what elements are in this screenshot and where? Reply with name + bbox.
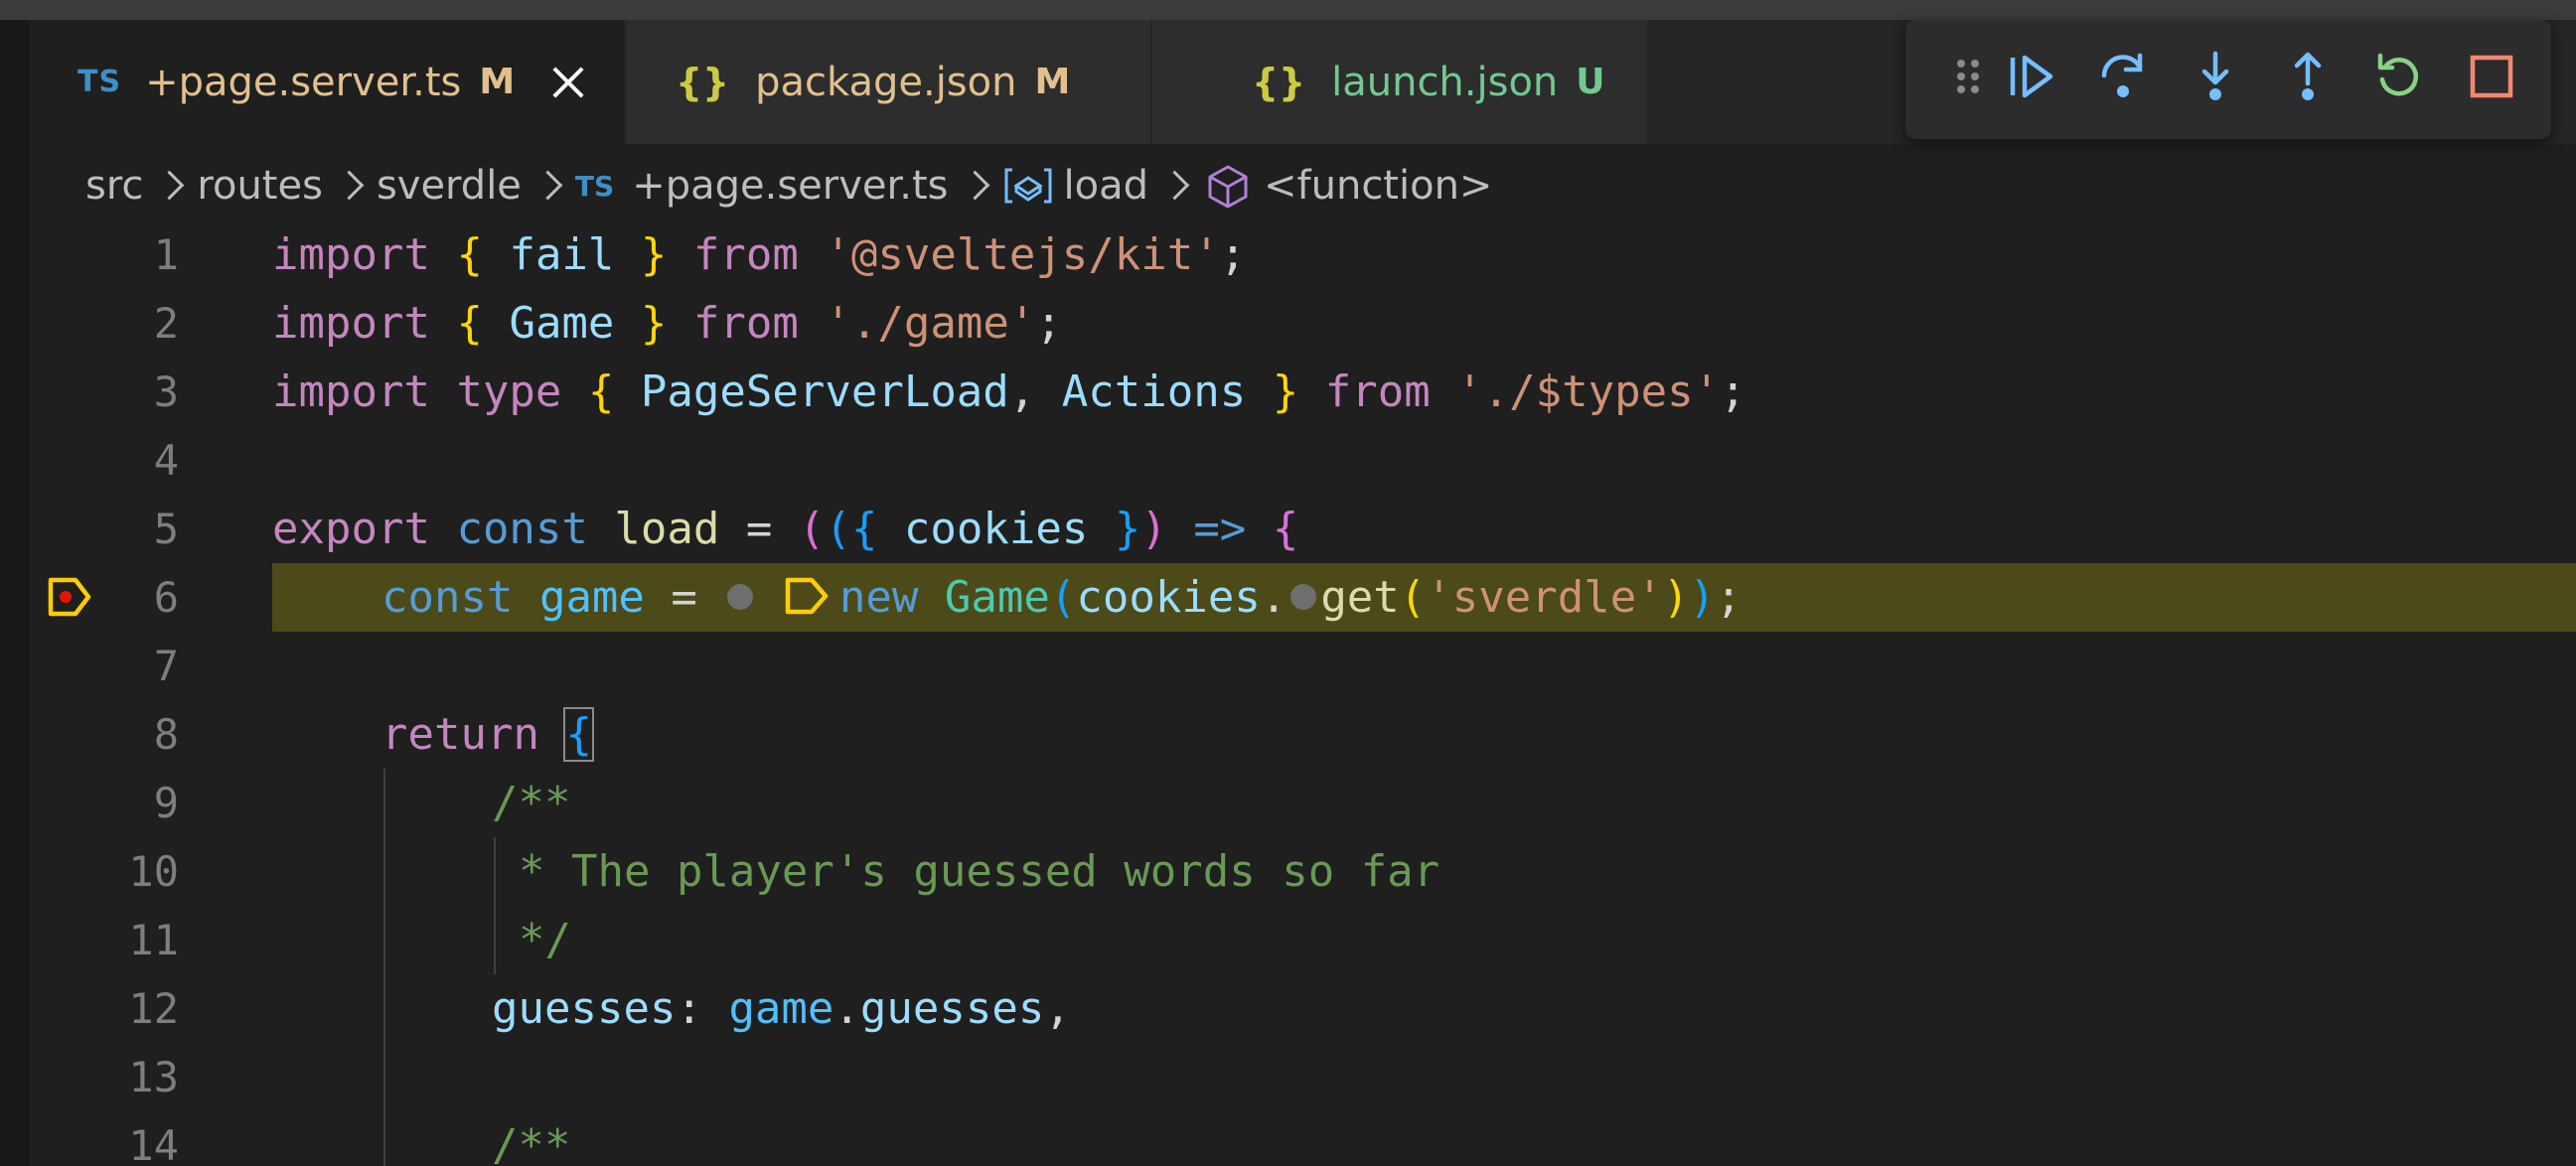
line-number: 4 bbox=[153, 436, 179, 485]
line-number: 1 bbox=[153, 230, 179, 279]
code-line: 9 /** bbox=[30, 769, 2576, 837]
code-text: guesses: game.guesses, bbox=[492, 983, 1071, 1034]
line-number: 8 bbox=[153, 710, 179, 759]
code-text: import { Game } from './game'; bbox=[272, 298, 1062, 349]
code-line: 11 */ bbox=[30, 906, 2576, 974]
activity-gutter bbox=[0, 20, 30, 1166]
line-number: 5 bbox=[153, 505, 179, 553]
code-text: return { bbox=[381, 707, 594, 762]
tab-launch-json[interactable]: {} launch.json U bbox=[1152, 20, 1649, 144]
step-out-icon[interactable] bbox=[2281, 50, 2335, 103]
method-symbol-icon bbox=[1202, 164, 1254, 208]
line-number: 9 bbox=[153, 779, 179, 827]
chevron-right-icon bbox=[1164, 166, 1186, 206]
chevron-right-icon bbox=[159, 166, 181, 206]
tab-label: package.json bbox=[755, 59, 1017, 105]
chevron-right-icon bbox=[965, 166, 986, 206]
restart-icon[interactable] bbox=[2372, 50, 2426, 103]
code-line: 4 bbox=[30, 426, 2576, 495]
json-file-icon: {} bbox=[676, 60, 730, 104]
breadcrumb: src routes sverdle TS +page.server.ts lo… bbox=[85, 151, 1492, 220]
breadcrumb-item-load[interactable]: load bbox=[1064, 163, 1149, 209]
step-over-icon[interactable] bbox=[2096, 50, 2150, 103]
code-line: 8 return { bbox=[30, 700, 2576, 769]
code-line: 3 import type { PageServerLoad, Actions … bbox=[30, 358, 2576, 426]
line-number: 2 bbox=[153, 299, 179, 348]
breadcrumb-item-function[interactable]: <function> bbox=[1264, 163, 1492, 209]
chevron-right-icon bbox=[339, 166, 361, 206]
code-line: 10 * The player's guessed words so far bbox=[30, 837, 2576, 906]
inline-breakpoint-dot[interactable] bbox=[727, 584, 754, 610]
comment-text: /** bbox=[492, 1120, 571, 1166]
typescript-file-icon: TS bbox=[77, 65, 122, 99]
drag-handle-icon[interactable] bbox=[1941, 50, 1995, 103]
inline-breakpoint-dot[interactable] bbox=[1290, 584, 1317, 610]
line-number: 11 bbox=[128, 916, 179, 964]
close-icon[interactable] bbox=[548, 63, 588, 102]
code-line: 7 bbox=[30, 632, 2576, 700]
code-text: const game = new Game(cookies. get('sverd… bbox=[381, 572, 1743, 623]
variable-symbol-icon bbox=[1002, 164, 1054, 208]
code-line: 12 guesses: game.guesses, bbox=[30, 974, 2576, 1043]
tab-page-server-ts[interactable]: TS +page.server.ts M bbox=[30, 20, 626, 144]
tab-label: +page.server.ts bbox=[145, 59, 462, 105]
line-number: 13 bbox=[128, 1053, 179, 1101]
comment-text: * The player's guessed words so far bbox=[519, 846, 1440, 897]
breadcrumb-item-src[interactable]: src bbox=[85, 163, 143, 209]
line-number: 7 bbox=[153, 642, 179, 690]
line-number: 6 bbox=[153, 573, 179, 622]
code-editor[interactable]: 1 import { fail } from '@sveltejs/kit'; … bbox=[30, 220, 2576, 1166]
json-file-icon: {} bbox=[1252, 60, 1306, 104]
code-line: 13 bbox=[30, 1043, 2576, 1111]
modified-badge: M bbox=[1034, 62, 1071, 102]
code-text: import { fail } from '@sveltejs/kit'; bbox=[272, 229, 1247, 280]
title-strip bbox=[0, 0, 2576, 20]
code-text: export const load = (({ cookies }) => { bbox=[272, 504, 1299, 554]
breadcrumb-item-routes[interactable]: routes bbox=[197, 163, 323, 209]
breadcrumb-item-sverdle[interactable]: sverdle bbox=[377, 163, 522, 209]
debug-toolbar bbox=[1905, 20, 2551, 139]
stop-icon[interactable] bbox=[2465, 50, 2518, 103]
code-line: 2 import { Game } from './game'; bbox=[30, 289, 2576, 358]
comment-text: */ bbox=[519, 915, 571, 965]
line-number: 12 bbox=[128, 984, 179, 1033]
code-text: import type { PageServerLoad, Actions } … bbox=[272, 366, 1746, 417]
untracked-badge: U bbox=[1576, 62, 1605, 102]
step-into-icon[interactable] bbox=[2189, 50, 2242, 103]
breadcrumb-item-file[interactable]: +page.server.ts bbox=[632, 163, 948, 209]
chevron-right-icon bbox=[537, 166, 559, 206]
code-line: 1 import { fail } from '@sveltejs/kit'; bbox=[30, 220, 2576, 289]
typescript-file-icon: TS bbox=[574, 169, 615, 203]
inline-stop-arrow-icon bbox=[785, 577, 829, 615]
line-number: 10 bbox=[128, 847, 179, 896]
line-number: 3 bbox=[153, 367, 179, 416]
tab-package-json[interactable]: {} package.json M bbox=[626, 20, 1152, 144]
line-number: 14 bbox=[128, 1121, 179, 1166]
continue-icon[interactable] bbox=[2005, 50, 2058, 103]
current-execution-line: 6 const game = new Game(cookies. get('sve… bbox=[30, 563, 2576, 632]
tab-label: launch.json bbox=[1331, 59, 1559, 105]
code-line: 14 /** bbox=[30, 1111, 2576, 1166]
comment-text: /** bbox=[492, 778, 571, 828]
code-line: 5 export const load = (({ cookies }) => … bbox=[30, 495, 2576, 563]
modified-badge: M bbox=[479, 62, 516, 102]
